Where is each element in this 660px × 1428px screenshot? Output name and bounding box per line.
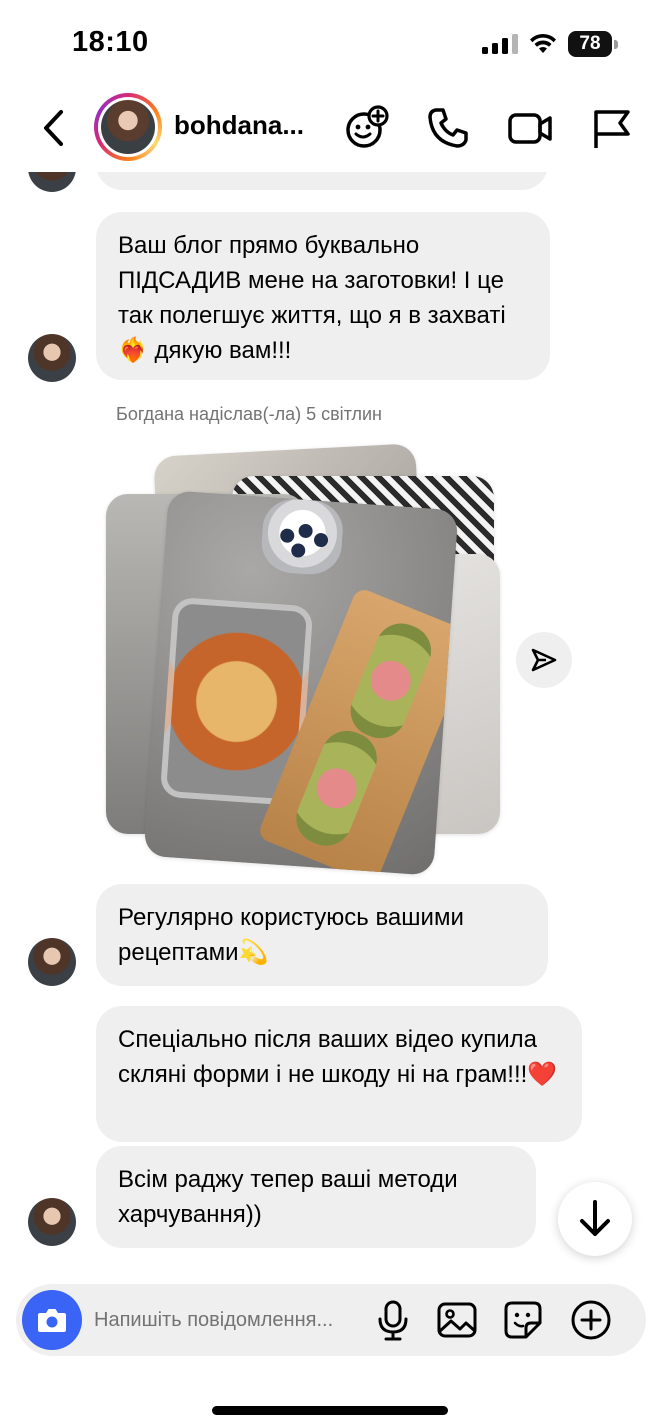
- phone-icon: [428, 108, 468, 148]
- chat-header: bohdana...: [0, 88, 660, 172]
- message-input[interactable]: [94, 1284, 364, 1356]
- sender-avatar[interactable]: [28, 172, 76, 192]
- message-bubble-previous: [96, 172, 548, 190]
- battery-level: 78: [568, 31, 612, 57]
- arrow-down-icon: [580, 1200, 610, 1236]
- yogurt-cup: [259, 497, 345, 577]
- message-bubble[interactable]: Спеціально після ваших відео купила скля…: [96, 1006, 582, 1142]
- voice-message-button[interactable]: [372, 1299, 414, 1341]
- report-button[interactable]: [588, 104, 636, 152]
- photo-main[interactable]: [143, 490, 459, 876]
- home-indicator: [212, 1406, 448, 1415]
- back-chevron-icon: [44, 110, 63, 146]
- games-emoji-icon: [346, 105, 389, 148]
- video-call-button[interactable]: [506, 104, 554, 152]
- audio-call-button[interactable]: [424, 104, 472, 152]
- wifi-icon: [530, 33, 556, 53]
- battery-tip: [614, 40, 618, 49]
- sticker-icon: [504, 1301, 542, 1339]
- sticker-button[interactable]: [502, 1299, 544, 1341]
- gallery-icon: [437, 1302, 477, 1338]
- plus-circle-icon: [571, 1300, 611, 1340]
- sender-avatar[interactable]: [28, 334, 76, 382]
- camera-icon: [38, 1309, 66, 1332]
- contact-username[interactable]: bohdana...: [174, 110, 304, 141]
- gallery-button[interactable]: [436, 1299, 478, 1341]
- back-button[interactable]: [36, 106, 72, 150]
- sender-avatar[interactable]: [28, 1198, 76, 1246]
- status-bar: 18:10 78: [0, 0, 660, 88]
- scroll-to-bottom-button[interactable]: [558, 1182, 632, 1256]
- share-button[interactable]: [516, 632, 572, 688]
- sender-avatar[interactable]: [28, 938, 76, 986]
- microphone-icon: [378, 1300, 408, 1341]
- message-thread[interactable]: Ваш блог прямо буквально ПІДСАДИВ мене н…: [0, 172, 660, 1282]
- message-bubble[interactable]: Регулярно користуюсь вашими рецептами💫: [96, 884, 548, 986]
- contact-avatar[interactable]: [94, 93, 162, 161]
- cellular-signal-icon: [482, 34, 518, 54]
- message-composer: [16, 1284, 646, 1356]
- more-options-button[interactable]: [570, 1299, 612, 1341]
- photos-sent-note: Богдана надіслав(-ла) 5 світлин: [116, 404, 382, 424]
- battery-indicator: 78: [568, 31, 618, 57]
- message-bubble[interactable]: Всім раджу тепер ваші методи харчування)…: [96, 1146, 536, 1248]
- photo-stack[interactable]: [96, 443, 516, 876]
- games-button[interactable]: [342, 104, 390, 152]
- camera-button[interactable]: [22, 1290, 82, 1350]
- message-bubble[interactable]: Ваш блог прямо буквально ПІДСАДИВ мене н…: [96, 212, 550, 380]
- send-arrow-icon: [531, 648, 557, 672]
- status-time: 18:10: [72, 26, 149, 58]
- video-camera-icon: [508, 113, 552, 144]
- avatar-photo: [101, 100, 155, 154]
- flag-icon: [594, 110, 630, 148]
